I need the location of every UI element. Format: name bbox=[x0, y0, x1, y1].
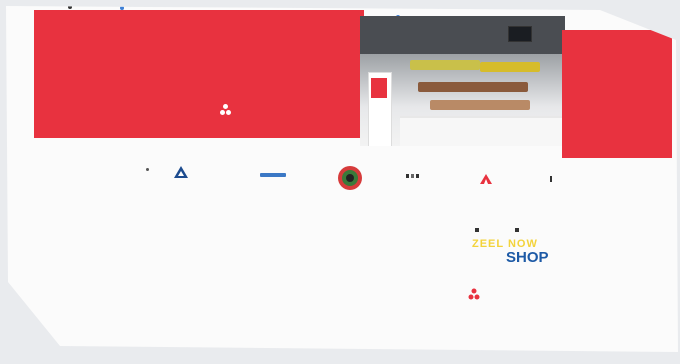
partner-logo[interactable] bbox=[480, 174, 496, 184]
partner-logo[interactable] bbox=[174, 166, 192, 178]
shop-logo-bottom: SHOP bbox=[506, 249, 549, 266]
hero-banner-right bbox=[562, 30, 672, 158]
brand-logo-icon bbox=[468, 288, 480, 300]
store-photo bbox=[360, 16, 565, 146]
triangle-logo-icon bbox=[174, 166, 188, 178]
circle-badge-logo-icon bbox=[338, 166, 362, 190]
partner-logo[interactable] bbox=[336, 164, 368, 192]
partner-mark bbox=[550, 176, 552, 182]
shop-logo[interactable]: ZEEL NOW SHOP bbox=[472, 238, 549, 266]
page-canvas: ZEEL NOW SHOP bbox=[6, 6, 678, 352]
partner-dot bbox=[146, 168, 149, 171]
footer-brand bbox=[468, 288, 484, 300]
brand-logo-icon bbox=[220, 104, 232, 116]
partner-logo[interactable] bbox=[260, 173, 290, 177]
tv-screen bbox=[508, 26, 532, 42]
shop-logo-marks bbox=[475, 228, 545, 236]
red-arrow-logo-icon bbox=[480, 174, 492, 184]
hero-brand bbox=[220, 104, 238, 116]
partner-logos bbox=[140, 164, 580, 194]
partner-logo[interactable] bbox=[406, 174, 423, 178]
text-logo-icon bbox=[260, 173, 286, 177]
dots-logo-icon bbox=[406, 174, 419, 178]
nav-dot[interactable] bbox=[68, 6, 72, 9]
hero-banner bbox=[34, 10, 364, 138]
